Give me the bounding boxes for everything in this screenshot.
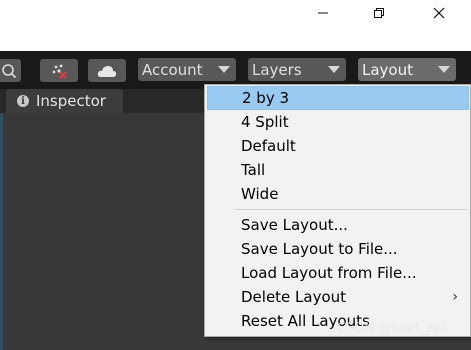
menu-item-label: Default [241,137,296,155]
window-title-bar [0,0,471,51]
cloud-icon [97,65,117,77]
menu-separator [235,209,468,210]
menu-item-save-layout-to-file[interactable]: Save Layout to File... [205,237,470,261]
menu-item-label: 4 Split [241,113,289,131]
layers-dropdown[interactable]: Layers [248,58,346,81]
menu-item-wide[interactable]: Wide [205,182,470,206]
search-button[interactable] [0,59,21,82]
menu-item-label: Tall [241,161,266,179]
restore-button[interactable] [359,0,399,26]
menu-item-label: Save Layout... [241,216,348,234]
account-label: Account [142,60,203,79]
menu-item-tall[interactable]: Tall [205,158,470,182]
tab-inspector-label: Inspector [36,92,106,110]
menu-item-label: Save Layout to File... [241,240,398,258]
layers-label: Layers [252,60,302,79]
chevron-down-icon [438,66,450,73]
cloud-button[interactable] [88,59,126,82]
menu-item-default[interactable]: Default [205,134,470,158]
chevron-down-icon [218,66,230,73]
collab-disabled-icon [52,64,67,79]
menu-item-4-split[interactable]: 4 Split [205,110,470,134]
search-icon [1,63,16,78]
menu-item-label: Wide [241,185,279,203]
layout-label: Layout [362,60,413,79]
chevron-right-icon: › [452,289,458,305]
watermark: CSDN @buct_zpf [337,321,447,336]
collab-button[interactable] [40,59,78,82]
restore-icon [374,8,384,18]
minimize-button[interactable] [303,0,343,26]
menu-item-label: 2 by 3 [242,89,290,107]
tab-inspector[interactable]: i Inspector [6,89,123,113]
menu-item-delete-layout[interactable]: Delete Layout › [205,285,470,309]
close-button[interactable] [419,0,459,26]
layout-menu: 2 by 3 4 Split Default Tall Wide Save La… [204,84,471,337]
menu-item-save-layout[interactable]: Save Layout... [205,213,470,237]
layout-dropdown[interactable]: Layout [358,58,456,81]
menu-item-2-by-3[interactable]: 2 by 3 [207,86,469,110]
minimize-icon [318,12,328,14]
close-icon [433,7,445,19]
menu-item-label: Delete Layout [241,288,347,306]
account-dropdown[interactable]: Account [138,58,236,81]
menu-item-label: Load Layout from File... [241,264,417,282]
menu-item-load-layout-from-file[interactable]: Load Layout from File... [205,261,470,285]
info-icon: i [17,95,29,107]
chevron-down-icon [328,66,340,73]
